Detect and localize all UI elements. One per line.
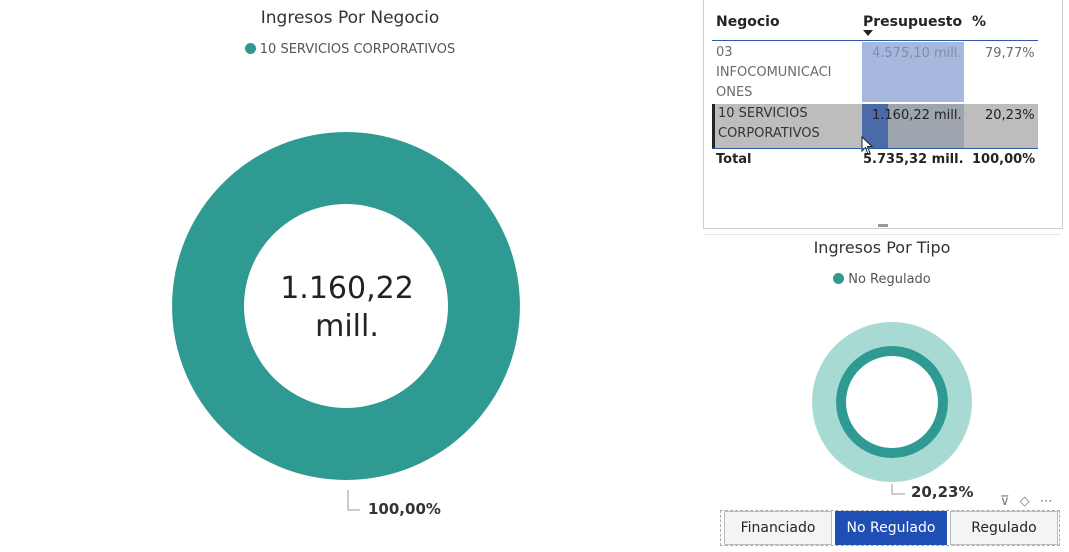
row-negocio-line: 03 (716, 45, 733, 60)
row-negocio-line: CORPORATIVOS (718, 126, 820, 141)
data-label-negocio: 100,00% (368, 500, 441, 518)
total-presupuesto: 5.735,32 mill. (863, 152, 964, 167)
donut-slice[interactable] (836, 346, 948, 458)
legend-dot-icon (833, 273, 845, 284)
center-value-line1: 1.160,22 (280, 271, 414, 306)
leader-line-tipo (891, 484, 905, 495)
legend-label-tipo: No Regulado (848, 272, 931, 287)
more-options-icon[interactable]: ⋯ (1040, 494, 1053, 509)
row-negocio-line: 10 SERVICIOS (718, 106, 808, 121)
leader-line-negocio (347, 490, 360, 511)
filter-icon[interactable]: ⊽ (1000, 494, 1010, 509)
row-pct: 20,23% (985, 108, 1035, 123)
legend-dot-icon (244, 43, 256, 54)
chart-title-negocio: Ingresos Por Negocio (260, 8, 440, 28)
chart-title-tipo: Ingresos Por Tipo (813, 238, 951, 257)
row-negocio-line: INFOCOMUNICACI (716, 65, 832, 80)
center-value-line2: mill. (315, 309, 379, 344)
legend-label-negocio: 10 SERVICIOS CORPORATIVOS (259, 42, 456, 57)
col-header-pct[interactable]: % (972, 14, 986, 30)
header-divider (712, 40, 1038, 41)
col-header-negocio[interactable]: Negocio (716, 14, 780, 30)
total-pct: 100,00% (972, 152, 1036, 167)
legend-negocio[interactable]: 10 SERVICIOS CORPORATIVOS (0, 42, 700, 57)
row-negocio-line: ONES (716, 85, 753, 100)
slicer-option-regulado[interactable]: Regulado (950, 511, 1058, 545)
donut-chart-tipo[interactable] (800, 310, 990, 500)
total-divider (712, 148, 1038, 149)
row-presupuesto: 1.160,22 mill. (872, 108, 962, 123)
row-selection-marker (712, 104, 715, 148)
visual-divider (703, 234, 1061, 235)
eraser-icon[interactable]: ◇ (1020, 494, 1030, 509)
slicer-option-no-regulado[interactable]: No Regulado (835, 511, 947, 545)
data-label-tipo: 20,23% (911, 483, 974, 501)
sort-desc-icon[interactable] (863, 30, 873, 36)
table-visual[interactable]: Negocio Presupuesto % 03 INFOCOMUNICACI … (703, 0, 1063, 229)
slicer-option-financiado[interactable]: Financiado (724, 511, 832, 545)
total-label: Total (716, 152, 752, 167)
row-pct: 79,77% (985, 46, 1035, 61)
donut-center-value: 1.160,22 mill. (247, 270, 447, 346)
legend-tipo[interactable]: No Regulado (703, 272, 1061, 287)
visual-header-icons: ⊽ ◇ ⋯ (1000, 494, 1053, 509)
row-negocio: 03 INFOCOMUNICACI ONES (716, 43, 832, 103)
row-negocio: 10 SERVICIOS CORPORATIVOS (718, 104, 820, 144)
col-header-presupuesto[interactable]: Presupuesto (863, 14, 962, 30)
row-presupuesto: 4.575,10 mill. (872, 46, 962, 61)
resize-handle[interactable] (878, 224, 888, 227)
